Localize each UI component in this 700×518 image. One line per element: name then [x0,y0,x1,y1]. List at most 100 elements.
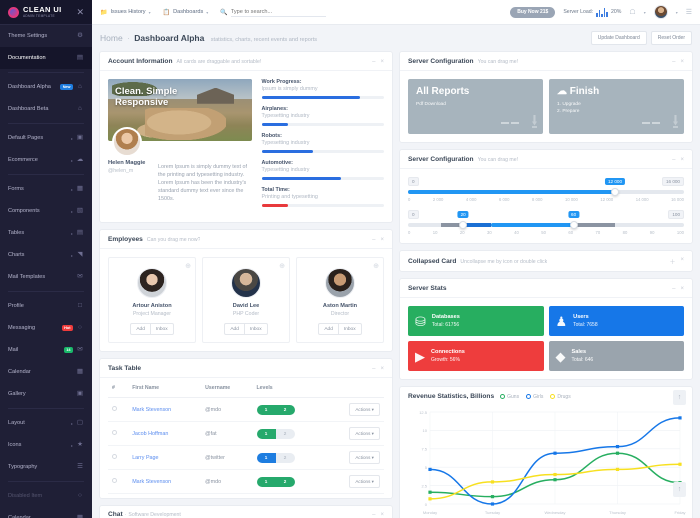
chart-data-point[interactable] [678,462,682,466]
stat-tile-users[interactable]: ♟ Users Total: 7658 [548,306,684,336]
chart-data-point[interactable] [490,502,495,506]
sidebar-logo[interactable]: CLEAN UI ADMIN TEMPLATE ✕ [0,0,92,25]
inbox-button[interactable]: Inbox [338,323,362,335]
sidebar-item-gallery[interactable]: Gallery ▣ [0,383,92,405]
chart-data-point[interactable] [615,467,620,472]
chart-data-point[interactable] [553,451,557,455]
level-badge[interactable]: 2 [275,428,295,439]
minimize-icon[interactable]: – [372,366,375,372]
row-checkbox[interactable] [112,406,117,411]
level-badge[interactable]: 1 [256,476,276,487]
chart-data-point[interactable] [615,444,620,449]
minimize-icon[interactable]: – [672,59,675,65]
sidebar-item-dashboard-alpha[interactable]: Dashboard Alpha New ⌂ [0,76,92,98]
actions-button[interactable]: Actions ▾ [349,451,380,464]
sidebar-item-calendar[interactable]: Calendar ▦ [0,361,92,383]
expand-icon[interactable]: ＋ [669,257,675,266]
legend-item-guns[interactable]: Guns [500,394,519,400]
sidebar-item-theme-settings[interactable]: Theme Settings ⚙ [0,25,92,47]
slider-1-knob[interactable] [611,188,619,196]
chart-data-point[interactable] [428,490,432,494]
stat-tile-databases[interactable]: ⛁ Databases Total: 61756 [408,306,544,336]
chart-data-point[interactable] [553,478,557,482]
breadcrumb-home[interactable]: Home [100,33,123,43]
sidebar-item-tables[interactable]: Tables ▸ ▤ [0,222,92,244]
minimize-icon[interactable]: – [672,157,675,163]
legend-item-girls[interactable]: Girls [526,394,543,400]
sidebar-item-profile[interactable]: Profile □ [0,295,92,317]
home-icon[interactable]: ☖ [629,8,635,16]
profile-handle[interactable]: @helen_m [108,168,150,174]
sidebar-item-typography[interactable]: Typography ☰ [0,456,92,478]
sidebar-item-messaging[interactable]: Messaging Hot ○ [0,317,92,339]
avatar[interactable] [112,127,142,157]
legend-item-drugs[interactable]: Drugs [550,394,571,400]
slider-2-knob-low[interactable] [459,221,468,229]
all-reports-tile[interactable]: All Reports Pdf Download ⭳ [408,79,543,134]
avatar[interactable] [653,5,668,19]
level-badge[interactable]: 1 [256,452,276,463]
sidebar-item-calendar[interactable]: Calendar ▦ [0,507,92,518]
close-icon[interactable]: × [680,59,684,65]
minimize-icon[interactable]: – [372,512,375,518]
sidebar-item-default-pages[interactable]: Default Pages ▸ ▣ [0,127,92,149]
level-badge[interactable]: 2 [275,452,295,463]
chart-data-point[interactable] [678,416,682,420]
level-badge[interactable]: 2 [275,404,295,415]
inbox-button[interactable]: Inbox [150,323,174,335]
row-checkbox[interactable] [112,430,117,435]
actions-button[interactable]: Actions ▾ [349,475,380,488]
add-employee-icon[interactable]: ⊕ [279,262,285,270]
chart-scroll-down-button[interactable]: ↑ [673,482,686,497]
level-badge[interactable]: 1 [256,404,276,415]
level-badge[interactable]: 2 [275,476,295,487]
minimize-icon[interactable]: – [372,237,375,243]
level-badge[interactable]: 1 [256,428,276,439]
sidebar-item-mail-templates[interactable]: Mail Templates ✉ [0,266,92,288]
sidebar-item-ecommerce[interactable]: Ecommerce ▸ ☁ [0,149,92,171]
close-icon[interactable]: × [380,512,384,518]
close-icon[interactable]: × [380,366,384,372]
minimize-icon[interactable]: – [372,59,375,65]
sidebar-item-documentation[interactable]: Documentation ▤ [0,47,92,69]
card-header[interactable]: Collapsed Card Uncollapse me by icon or … [400,251,692,271]
sidebar-item-layout[interactable]: Layout ▸ ▢ [0,412,92,434]
chart-data-point[interactable] [490,480,495,484]
sidebar-item-components[interactable]: Components ▸ ▧ [0,200,92,222]
actions-button[interactable]: Actions ▾ [349,427,380,440]
chart-data-point[interactable] [553,472,557,477]
slider-2-knob-high[interactable] [569,221,578,229]
add-button[interactable]: Add [318,323,339,335]
slider-1-track[interactable] [408,188,684,196]
stat-tile-connections[interactable]: ▶ Connections Growth: 56% [408,341,544,371]
close-icon[interactable]: × [380,237,384,243]
nav-dashboards[interactable]: 📋 Dashboards ▾ [163,9,209,16]
sidebar-item-mail[interactable]: Mail 14 ✉ [0,339,92,361]
row-first-name[interactable]: Mark Stevenson [128,397,202,422]
row-checkbox[interactable] [112,478,117,483]
close-icon[interactable]: × [680,157,684,163]
add-employee-icon[interactable]: ⊕ [373,262,379,270]
close-icon[interactable]: × [680,286,684,292]
add-button[interactable]: Add [224,323,245,335]
inbox-button[interactable]: Inbox [244,323,268,335]
add-button[interactable]: Add [130,323,151,335]
row-checkbox[interactable] [112,454,117,459]
update-dashboard-button[interactable]: Update Dashboard [590,31,647,45]
chart-data-point[interactable] [428,497,432,501]
stat-tile-sales[interactable]: ◆ Sales Total: 646 [548,341,684,371]
search-input[interactable] [230,7,326,17]
menu-icon[interactable]: ☰ [686,8,692,16]
chart-data-point[interactable] [615,451,620,455]
buy-now-button[interactable]: Buy Now 21$ [510,6,556,18]
chart-data-point[interactable] [490,495,495,499]
close-icon[interactable]: × [380,59,384,65]
chart-data-point[interactable] [428,467,432,472]
sidebar-item-icons[interactable]: Icons ▸ ★ [0,434,92,456]
close-icon[interactable]: × [680,257,684,266]
finish-tile[interactable]: ☁ Finish 1. Upgrade 2. Prepare ⭳ [549,79,684,134]
nav-issues-history[interactable]: 📁 Issues History ▾ [100,9,151,16]
row-first-name[interactable]: Jacob Hoffman [128,421,202,446]
minimize-icon[interactable]: – [672,286,675,292]
add-employee-icon[interactable]: ⊕ [185,262,191,270]
